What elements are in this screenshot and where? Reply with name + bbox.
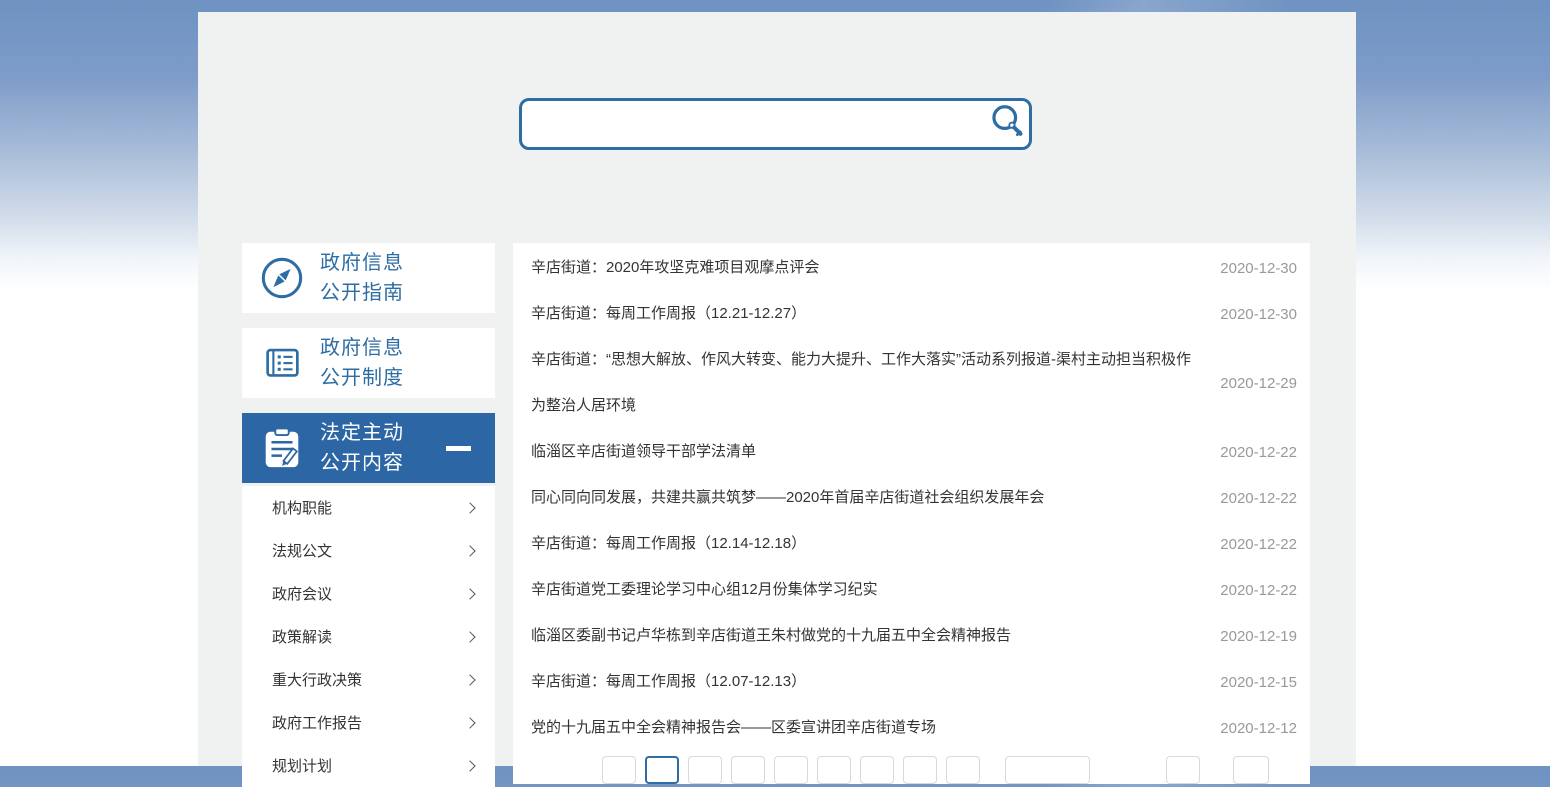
sidebar-submenu: 机构职能 法规公文 政府会议 政策解读 重大行政决策 政府工作报告 [242,486,495,787]
news-row: 临淄区辛店街道领导干部学法清单 2020-12-22 [513,429,1310,475]
sidebar-subitem-work-report[interactable]: 政府工作报告 [242,701,495,744]
news-row: 同心同向同发展，共建共赢共筑梦——2020年首届辛店街道社会组织发展年会 202… [513,475,1310,521]
sidebar-subitem-policy-interpretation[interactable]: 政策解读 [242,615,495,658]
news-row: 辛店街道：每周工作周报（12.14-12.18） 2020-12-22 [513,521,1310,567]
sidebar-subitem-organization[interactable]: 机构职能 [242,486,495,529]
news-row: 辛店街道：每周工作周报（12.07-12.13） 2020-12-15 [513,659,1310,705]
subitem-label: 机构职能 [272,497,332,518]
sidebar-item-label: 政府信息 公开制度 [320,333,404,393]
search-icon [989,103,1025,146]
pagination [513,756,1310,784]
pagination-go-button[interactable] [1233,756,1269,784]
content-panel: 政府信息 公开指南 政府信息 公开制度 [198,12,1356,766]
clipboard-pencil-icon [259,425,305,471]
chevron-right-icon [464,674,475,685]
chevron-right-icon [464,502,475,513]
news-item-date: 2020-12-30 [1205,260,1297,277]
news-row: 辛店街道党工委理论学习中心组12月份集体学习纪实 2020-12-22 [513,567,1310,613]
sidebar-item-disclosure-system[interactable]: 政府信息 公开制度 [242,328,495,398]
news-item-date: 2020-12-12 [1205,720,1297,737]
ledger-icon [259,340,305,386]
collapse-minus-icon [446,446,471,451]
pagination-page-button[interactable] [817,756,851,784]
sidebar: 政府信息 公开指南 政府信息 公开制度 [242,243,495,787]
news-item-date: 2020-12-29 [1205,375,1297,392]
sidebar-subitem-gov-meetings[interactable]: 政府会议 [242,572,495,615]
search-box [519,98,1032,150]
sidebar-item-label: 政府信息 公开指南 [320,248,404,308]
news-item-date: 2020-12-15 [1205,674,1297,691]
pagination-page-button[interactable] [903,756,937,784]
sidebar-subitem-major-decisions[interactable]: 重大行政决策 [242,658,495,701]
news-item-title[interactable]: 同心同向同发展，共建共赢共筑梦——2020年首届辛店街道社会组织发展年会 [531,475,1205,521]
sidebar-subitem-regulations[interactable]: 法规公文 [242,529,495,572]
pagination-page-button[interactable] [946,756,980,784]
news-item-title[interactable]: 临淄区委副书记卢华栋到辛店街道王朱村做党的十九届五中全会精神报告 [531,613,1205,659]
subitem-label: 法规公文 [272,540,332,561]
news-row: 辛店街道：每周工作周报（12.21-12.27） 2020-12-30 [513,291,1310,337]
pagination-page-button-active[interactable] [645,756,679,784]
news-item-date: 2020-12-30 [1205,306,1297,323]
news-row: 党的十九届五中全会精神报告会——区委宣讲团辛店街道专场 2020-12-12 [513,705,1310,751]
subitem-label: 重大行政决策 [272,669,362,690]
news-item-date: 2020-12-22 [1205,444,1297,461]
news-item-title[interactable]: 辛店街道党工委理论学习中心组12月份集体学习纪实 [531,567,1205,613]
pagination-next-button[interactable] [1005,756,1090,784]
news-item-date: 2020-12-22 [1205,536,1297,553]
news-row: 辛店街道：“思想大解放、作风大转变、能力大提升、工作大落实”活动系列报道-渠村主… [513,337,1310,429]
news-item-title[interactable]: 辛店街道：每周工作周报（12.21-12.27） [531,291,1205,337]
pagination-page-button[interactable] [774,756,808,784]
news-item-title[interactable]: 辛店街道：每周工作周报（12.07-12.13） [531,659,1205,705]
compass-icon [259,255,305,301]
search-button[interactable] [985,101,1029,147]
sidebar-item-legal-active-disclosure[interactable]: 法定主动 公开内容 [242,413,495,483]
search-input[interactable] [522,101,985,147]
subitem-label: 政策解读 [272,626,332,647]
news-item-title[interactable]: 党的十九届五中全会精神报告会——区委宣讲团辛店街道专场 [531,705,1205,751]
news-item-title[interactable]: 辛店街道：“思想大解放、作风大转变、能力大提升、工作大落实”活动系列报道-渠村主… [531,337,1205,429]
news-item-date: 2020-12-22 [1205,582,1297,599]
subitem-label: 政府工作报告 [272,712,362,733]
pagination-jump-input[interactable] [1166,756,1200,784]
news-item-title[interactable]: 辛店街道：2020年攻坚克难项目观摩点评会 [531,245,1205,291]
sidebar-item-label: 法定主动 公开内容 [320,418,404,478]
news-list: 辛店街道：2020年攻坚克难项目观摩点评会 2020-12-30 辛店街道：每周… [513,243,1310,784]
news-row: 辛店街道：2020年攻坚克难项目观摩点评会 2020-12-30 [513,245,1310,291]
pagination-page-button[interactable] [688,756,722,784]
subitem-label: 政府会议 [272,583,332,604]
news-item-date: 2020-12-22 [1205,490,1297,507]
pagination-prev-button[interactable] [602,756,636,784]
news-row: 临淄区委副书记卢华栋到辛店街道王朱村做党的十九届五中全会精神报告 2020-12… [513,613,1310,659]
chevron-right-icon [464,545,475,556]
news-item-title[interactable]: 辛店街道：每周工作周报（12.14-12.18） [531,521,1205,567]
chevron-right-icon [464,717,475,728]
sidebar-item-disclosure-guide[interactable]: 政府信息 公开指南 [242,243,495,313]
chevron-right-icon [464,588,475,599]
news-item-date: 2020-12-19 [1205,628,1297,645]
chevron-right-icon [464,631,475,642]
news-item-title[interactable]: 临淄区辛店街道领导干部学法清单 [531,429,1205,475]
pagination-page-button[interactable] [860,756,894,784]
pagination-page-button[interactable] [731,756,765,784]
